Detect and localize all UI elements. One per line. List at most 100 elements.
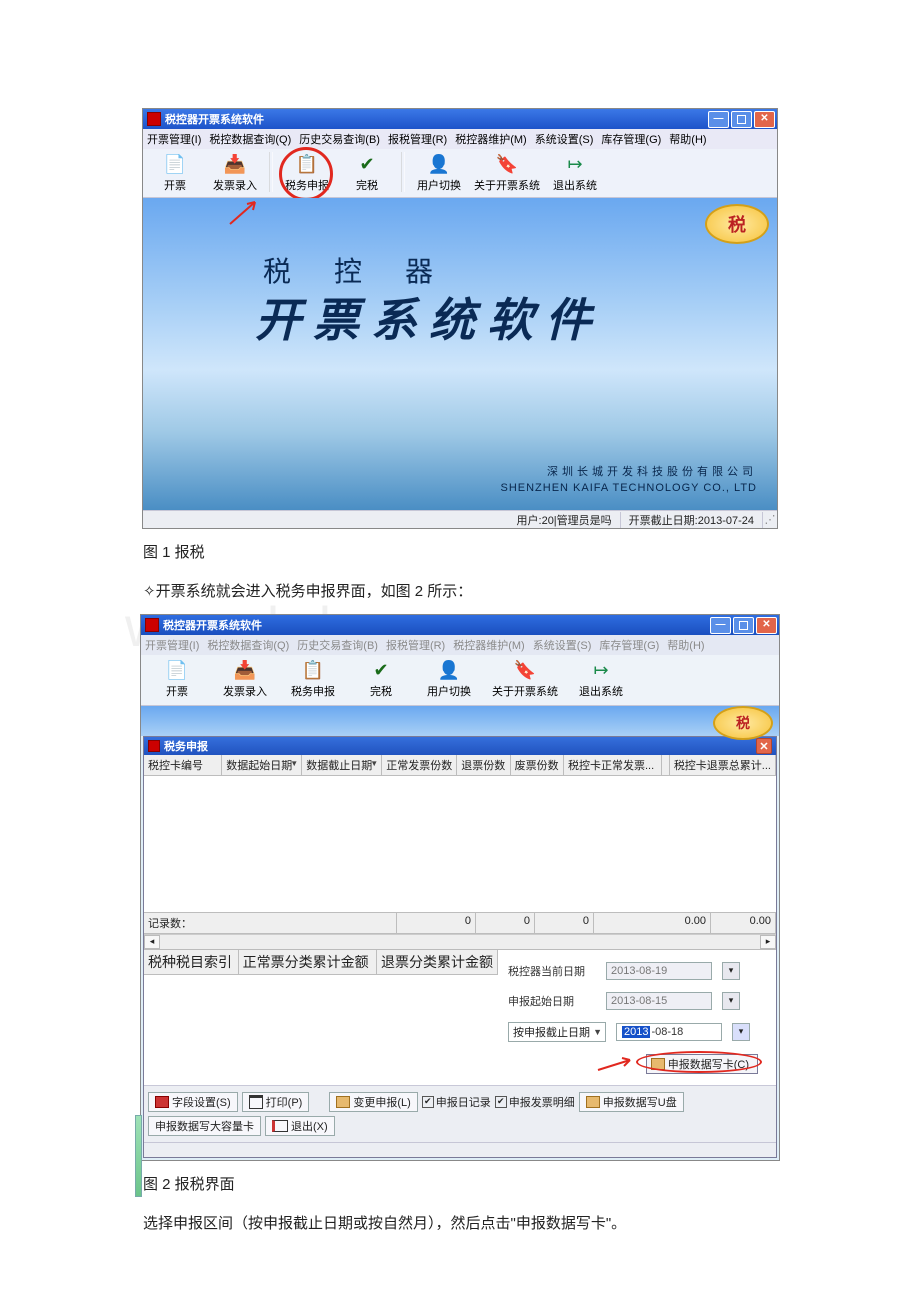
col-normal-amount[interactable]: 正常票分类累计金额: [239, 950, 377, 974]
btn-print[interactable]: 打印(P): [242, 1092, 310, 1112]
input-end-date[interactable]: 2013-08-18: [616, 1023, 722, 1041]
close-button[interactable]: ✕: [756, 617, 777, 634]
about-icon: 🔖: [512, 658, 538, 682]
resize-grip-icon[interactable]: ⋰: [763, 513, 777, 526]
menubar-disabled: 开票管理(I) 税控数据查询(Q) 历史交易查询(B) 报税管理(R) 税控器维…: [141, 635, 779, 655]
write-card-button[interactable]: 申报数据写卡(C): [646, 1054, 758, 1074]
btn-field-settings[interactable]: 字段设置(S): [148, 1092, 238, 1112]
grid-icon: [155, 1096, 169, 1108]
btn-change-declare[interactable]: 变更申报(L): [329, 1092, 417, 1112]
row-declare-start-date: 申报起始日期 2013-08-15 ▾: [508, 992, 766, 1010]
tool-user-switch[interactable]: 👤 用户切换: [415, 658, 483, 704]
btn-exit[interactable]: 退出(X): [265, 1116, 335, 1136]
menu-help: 帮助(H): [667, 637, 704, 653]
tool-tax-complete[interactable]: ✔ 完税: [337, 152, 397, 196]
tool-user-switch[interactable]: 👤 用户切换: [409, 152, 469, 196]
col-card-no[interactable]: 税控卡编号: [144, 755, 222, 775]
col-end-date[interactable]: 数据截止日期: [302, 755, 382, 775]
tool-exit[interactable]: ↦ 退出系统: [545, 152, 605, 196]
col-card-return-total[interactable]: 税控卡退票总累计...: [670, 755, 776, 775]
invoice-entry-icon: 📥: [222, 152, 248, 176]
lower-grid-body: [144, 975, 498, 1085]
menu-history-query: 历史交易查询(B): [297, 637, 378, 653]
tool-invoice-entry[interactable]: 📥 发票录入: [211, 658, 279, 704]
maximize-button[interactable]: [731, 111, 752, 128]
menu-tax-device-maint: 税控器维护(M): [453, 637, 525, 653]
tool-invoice[interactable]: 📄 开票: [145, 152, 205, 196]
minimize-button[interactable]: —: [710, 617, 731, 634]
btn-write-udisk[interactable]: 申报数据写U盘: [579, 1092, 684, 1112]
menu-tax-filing-mgmt: 报税管理(R): [386, 637, 445, 653]
subwindow-close-button[interactable]: ✕: [756, 738, 772, 754]
menu-tax-data-query: 税控数据查询(Q): [207, 637, 289, 653]
menu-history-query[interactable]: 历史交易查询(B): [299, 131, 380, 147]
col-splitter[interactable]: [662, 755, 670, 775]
footer-v1: 0: [397, 913, 476, 933]
decorative-sliver: [135, 1115, 142, 1197]
menu-tax-data-query[interactable]: 税控数据查询(Q): [209, 131, 291, 147]
menu-help[interactable]: 帮助(H): [669, 131, 706, 147]
minimize-button[interactable]: —: [708, 111, 729, 128]
col-card-normal[interactable]: 税控卡正常发票...: [564, 755, 662, 775]
chk-invoice-detail-label: 申报发票明细: [509, 1094, 575, 1110]
col-tax-index[interactable]: 税种税目索引: [144, 950, 239, 974]
grid-body-empty: [144, 776, 776, 913]
tool-exit[interactable]: ↦ 退出系统: [567, 658, 635, 704]
lower-left-grid: 税种税目索引 正常票分类累计金额 退票分类累计金额: [144, 950, 498, 1085]
menu-system-settings[interactable]: 系统设置(S): [535, 131, 594, 147]
close-button[interactable]: ✕: [754, 111, 775, 128]
exit-icon: [272, 1120, 288, 1132]
label-device-date: 税控器当前日期: [508, 963, 596, 979]
col-return-count[interactable]: 退票份数: [457, 755, 510, 775]
tool-invoice-entry-label: 发票录入: [223, 683, 267, 699]
subwindow-titlebar: 税务申报 ✕: [144, 737, 776, 755]
btn-change-declare-label: 变更申报(L): [353, 1094, 410, 1110]
menu-tax-filing-mgmt[interactable]: 报税管理(R): [388, 131, 447, 147]
maximize-button[interactable]: [733, 617, 754, 634]
chk-invoice-detail[interactable]: ✔ 申报发票明细: [495, 1094, 575, 1110]
checkbox-icon: ✔: [495, 1096, 507, 1108]
grid-header-row: 税控卡编号 数据起始日期 数据截止日期 正常发票份数 退票份数 废票份数 税控卡…: [144, 755, 776, 776]
checkmark-icon: ✔: [354, 152, 380, 176]
tool-about[interactable]: 🔖 关于开票系统: [469, 152, 545, 196]
menu-inventory-mgmt[interactable]: 库存管理(G): [601, 131, 661, 147]
subwindow-title: 税务申报: [164, 738, 208, 754]
header-strip: 税: [141, 706, 779, 736]
col-start-date[interactable]: 数据起始日期: [222, 755, 302, 775]
menu-invoice-mgmt[interactable]: 开票管理(I): [147, 131, 201, 147]
status-user: 用户:20|管理员是吗: [509, 512, 621, 528]
window-title: 税控器开票系统软件: [163, 617, 262, 633]
grid-footer-row: 记录数： 0 0 0 0.00 0.00: [144, 913, 776, 934]
footer-label: 记录数：: [144, 913, 397, 933]
body-line-2: 选择申报区间（按申报截止日期或按自然月），然后点击"申报数据写卡"。: [143, 1212, 785, 1236]
statusbar: 用户:20|管理员是吗 开票截止日期:2013-07-24 ⋰: [143, 510, 777, 528]
figure-2-caption: 图 2 报税界面: [143, 1173, 785, 1194]
toolbar: 📄 开票 📥 发票录入 📋 税务申报 ✔ 完税 👤 用户切换 �: [143, 149, 777, 198]
print-icon: [249, 1095, 263, 1109]
tool-tax-declare-label: 税务申报: [291, 683, 335, 699]
scroll-right-button[interactable]: ▸: [760, 935, 776, 949]
scroll-left-button[interactable]: ◂: [144, 935, 160, 949]
tool-tax-declare[interactable]: 📋 税务申报: [279, 658, 347, 704]
tool-exit-label: 退出系统: [579, 683, 623, 699]
label-start-date: 申报起始日期: [508, 993, 596, 1009]
tool-about[interactable]: 🔖 关于开票系统: [483, 658, 567, 704]
tool-invoice-entry[interactable]: 📥 发票录入: [205, 152, 265, 196]
horizontal-scrollbar[interactable]: ◂ ▸: [144, 934, 776, 949]
col-return-amount[interactable]: 退票分类累计金额: [377, 950, 498, 974]
chk-declare-log-label: 申报日记录: [436, 1094, 491, 1110]
tool-invoice[interactable]: 📄 开票: [143, 658, 211, 704]
btn-write-bigcard[interactable]: 申报数据写大容量卡: [148, 1116, 261, 1136]
window-titlebar: 税控器开票系统软件 — ✕: [143, 109, 777, 129]
sheet-icon: [586, 1096, 600, 1108]
menu-tax-device-maint[interactable]: 税控器维护(M): [455, 131, 527, 147]
select-period-mode[interactable]: 按申报截止日期: [508, 1022, 606, 1042]
col-normal-count[interactable]: 正常发票份数: [382, 755, 457, 775]
tool-tax-complete[interactable]: ✔ 完税: [347, 658, 415, 704]
col-void-count[interactable]: 废票份数: [511, 755, 564, 775]
tool-tax-declare[interactable]: 📋 税务申报: [277, 152, 337, 196]
dropdown-button[interactable]: ▾: [732, 1023, 750, 1041]
chk-declare-log[interactable]: ✔ 申报日记录: [422, 1094, 491, 1110]
brand-title: 开票系统软件: [255, 284, 603, 350]
input-start-date: 2013-08-15: [606, 992, 712, 1010]
